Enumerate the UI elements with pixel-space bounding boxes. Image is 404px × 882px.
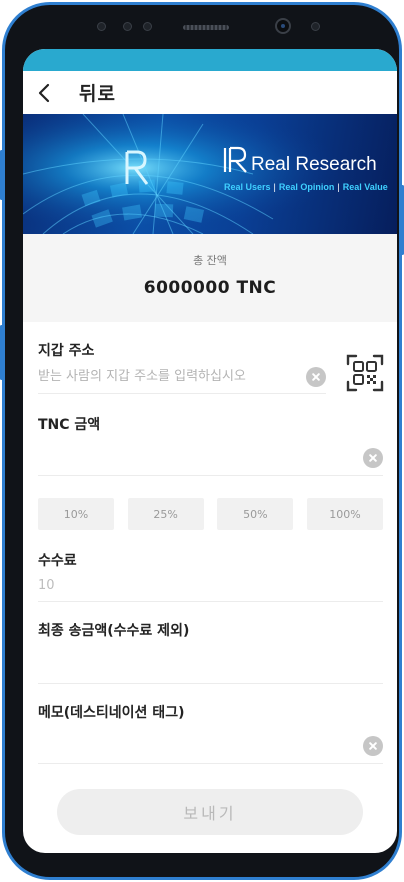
clear-icon[interactable] <box>306 366 326 387</box>
clear-icon[interactable] <box>363 736 383 756</box>
tnc-amount-label: TNC 금액 <box>38 417 101 433</box>
percent-50-button[interactable]: 50% <box>217 498 294 530</box>
front-camera <box>275 18 291 34</box>
app-screen: 뒤로 Real Research Real Users | Real Opini… <box>23 49 397 853</box>
memo-input[interactable] <box>38 735 383 750</box>
percent-buttons: 10% 25% 50% 100% <box>38 498 383 530</box>
sensor-dot <box>143 22 152 31</box>
brand-banner: Real Research Real Users | Real Opinion | Re… <box>23 114 397 234</box>
balance-label: 총 잔액 <box>193 254 227 267</box>
phone-side-button <box>0 150 3 200</box>
top-bar: 뒤로 <box>23 71 397 114</box>
final-amount-label: 최종 송금액(수수료 제외) <box>38 623 190 639</box>
memo-label: 메모(데스티네이션 태그) <box>38 705 185 721</box>
chevron-left-icon <box>38 83 50 102</box>
phone-notch <box>5 5 399 49</box>
qr-scan-icon[interactable] <box>345 353 385 393</box>
status-strip <box>23 49 397 71</box>
percent-100-button[interactable]: 100% <box>306 498 383 530</box>
tagline: Real Value <box>342 182 388 192</box>
speaker-grill <box>183 25 229 30</box>
tagline: Real Users <box>224 182 271 192</box>
send-form: 지갑 주소 받는 사람의 지갑 주소를 입력하십시오 TNC 금액 10% 25… <box>23 322 397 764</box>
fee-label: 수수료 <box>38 553 77 569</box>
wallet-address-input[interactable] <box>38 369 326 384</box>
balance-panel: 총 잔액 6000000 TNC <box>23 234 397 322</box>
phone-side-button <box>0 325 3 380</box>
phone-frame: 뒤로 Real Research Real Users | Real Opini… <box>2 2 402 880</box>
percent-10-button[interactable]: 10% <box>38 498 114 530</box>
sensor-dot <box>97 22 106 31</box>
final-amount-value <box>38 640 383 684</box>
wallet-address-row <box>38 360 326 394</box>
back-button[interactable]: 뒤로 <box>37 79 116 106</box>
tnc-amount-input[interactable] <box>38 447 383 462</box>
sensor-dot <box>311 22 320 31</box>
sensor-dot <box>123 22 132 31</box>
brand-taglines: Real Users | Real Opinion | Real Value <box>224 182 388 192</box>
send-button[interactable]: 보내기 <box>57 789 363 835</box>
brand-name: Real Research <box>251 154 377 175</box>
tagline: Real Opinion <box>278 182 335 192</box>
memo-row <box>38 722 383 764</box>
tnc-amount-row <box>38 434 383 476</box>
clear-icon[interactable] <box>363 448 383 468</box>
fee-value: 10 <box>38 570 383 602</box>
balance-value: 6000000 TNC <box>143 278 277 298</box>
wallet-address-label: 지갑 주소 <box>38 343 95 359</box>
back-label: 뒤로 <box>79 83 116 105</box>
percent-25-button[interactable]: 25% <box>127 498 204 530</box>
